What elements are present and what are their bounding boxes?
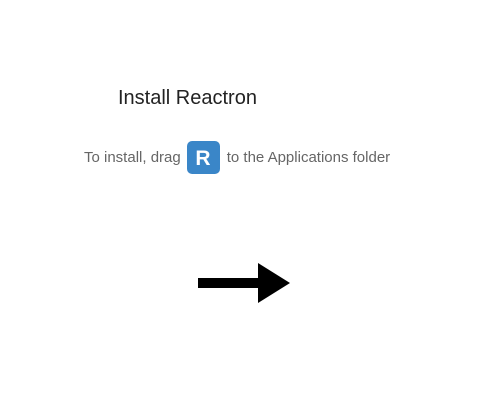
reactron-app-icon[interactable]: R bbox=[186, 140, 220, 174]
instruction-suffix: to the Applications folder bbox=[226, 148, 391, 166]
instruction-prefix: To install, drag bbox=[84, 148, 181, 166]
app-letter-icon: R bbox=[196, 147, 211, 168]
app-icon-letter: R bbox=[196, 147, 211, 168]
arrow-right-icon bbox=[198, 263, 290, 303]
install-instruction: To install, drag R to the Applications f… bbox=[84, 140, 390, 174]
installer-window: Install Reactron To install, drag R to t… bbox=[0, 0, 500, 401]
installer-title: Install Reactron bbox=[118, 87, 257, 109]
